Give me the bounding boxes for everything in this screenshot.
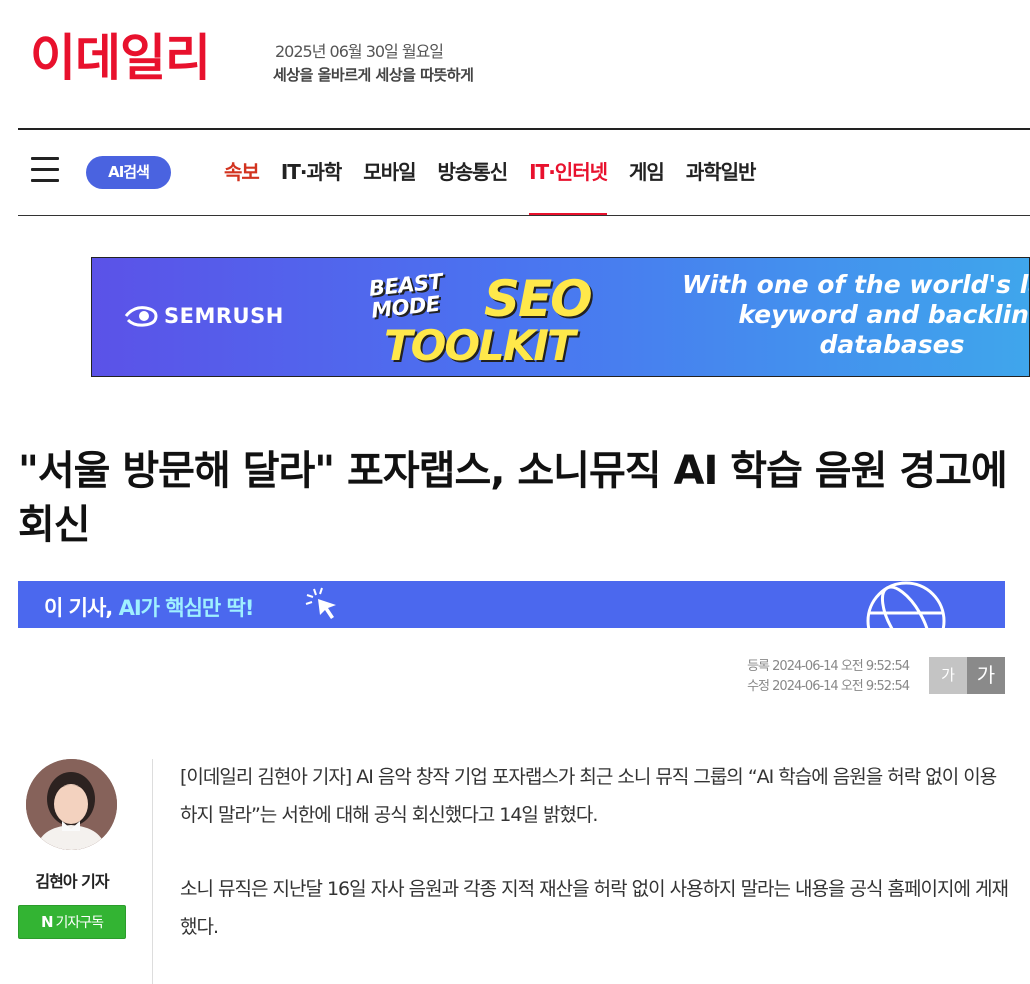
semrush-logo-icon [124,306,158,327]
reporter-divider [152,759,153,984]
subscribe-reporter-button[interactable]: N 기자구독 [18,905,126,939]
font-size-decrease-button[interactable]: 가 [929,657,967,694]
menu-icon[interactable] [31,157,59,185]
registered-date: 등록 2024-06-14 오전 9:52:54 [747,659,910,674]
nav-item-general-science[interactable]: 과학일반 [686,157,757,216]
site-logo[interactable]: 이데일리 [30,28,211,88]
ad-mode-line: MODE [370,291,441,323]
ad-copy-line: databases [819,330,965,359]
cursor-sparkle-icon [305,587,336,619]
article-dates: 등록 2024-06-14 오전 9:52:54 수정 2024-06-14 오… [700,657,910,697]
subscribe-label: 기자구독 [55,915,105,931]
ad-copy-line: keyword and backlink [738,300,1030,329]
reporter-name[interactable]: 김현아 기자 [18,868,126,892]
nav-item-game[interactable]: 게임 [629,157,665,216]
nav-item-broadcast[interactable]: 방송통신 [438,157,509,216]
ad-copy: With one of the world's larg keyword and… [682,270,1030,360]
globe-icon [866,581,946,628]
header-date: 2025년 06월 30일 월요일 [275,42,444,61]
ad-beast-mode: BEAST MODE [368,269,446,323]
ad-brand: SEMRUSH [124,304,284,328]
header-slogan: 세상을 올바르게 세상을 따뜻하게 [273,66,474,84]
article-body: [이데일리 김현아 기자] AI 음악 창작 기업 포자랩스가 최근 소니 뮤직… [180,758,1010,982]
nav-item-mobile[interactable]: 모바일 [363,157,416,216]
ai-summary-highlight: AI가 핵심만 딱! [118,596,255,620]
reporter-avatar[interactable] [26,759,117,850]
nav-item-breaking[interactable]: 속보 [224,157,260,216]
main-nav: 속보 IT·과학 모바일 방송통신 IT·인터넷 게임 과학일반 [224,157,777,217]
article-headline: "서울 방문해 달라" 포자랩스, 소니뮤직 AI 학습 음원 경고에 회신 [18,448,1008,548]
ad-brand-label: SEMRUSH [164,304,284,328]
article-paragraph: [이데일리 김현아 기자] AI 음악 창작 기업 포자랩스가 최근 소니 뮤직… [180,766,997,826]
font-size-increase-button[interactable]: 가 [967,657,1005,694]
ad-toolkit: TOOLKIT [384,321,576,370]
ad-seo: SEO [484,270,593,328]
ad-banner[interactable]: SEMRUSH BEAST MODE SEO TOOLKIT With one … [91,257,1030,377]
article-paragraph: 소니 뮤직은 지난달 16일 자사 음원과 각종 지적 재산을 허락 없이 사용… [180,878,1009,938]
ai-search-button[interactable]: AI검색 [86,156,171,189]
naver-n-icon: N [40,913,54,931]
ai-summary-label: 이 기사, AI가 핵심만 딱! [44,592,255,622]
reporter-photo [26,759,117,850]
ai-summary-prefix: 이 기사, [44,596,119,620]
ai-summary-button[interactable]: 이 기사, AI가 핵심만 딱! [18,581,1005,628]
header-divider [18,128,1030,130]
ad-copy-line: With one of the world's larg [682,270,1029,299]
nav-item-it-science[interactable]: IT·과학 [281,157,342,216]
modified-date: 수정 2024-06-14 오전 9:52:54 [747,679,910,694]
nav-item-it-internet[interactable]: IT·인터넷 [529,157,608,216]
nav-divider [18,215,1030,216]
